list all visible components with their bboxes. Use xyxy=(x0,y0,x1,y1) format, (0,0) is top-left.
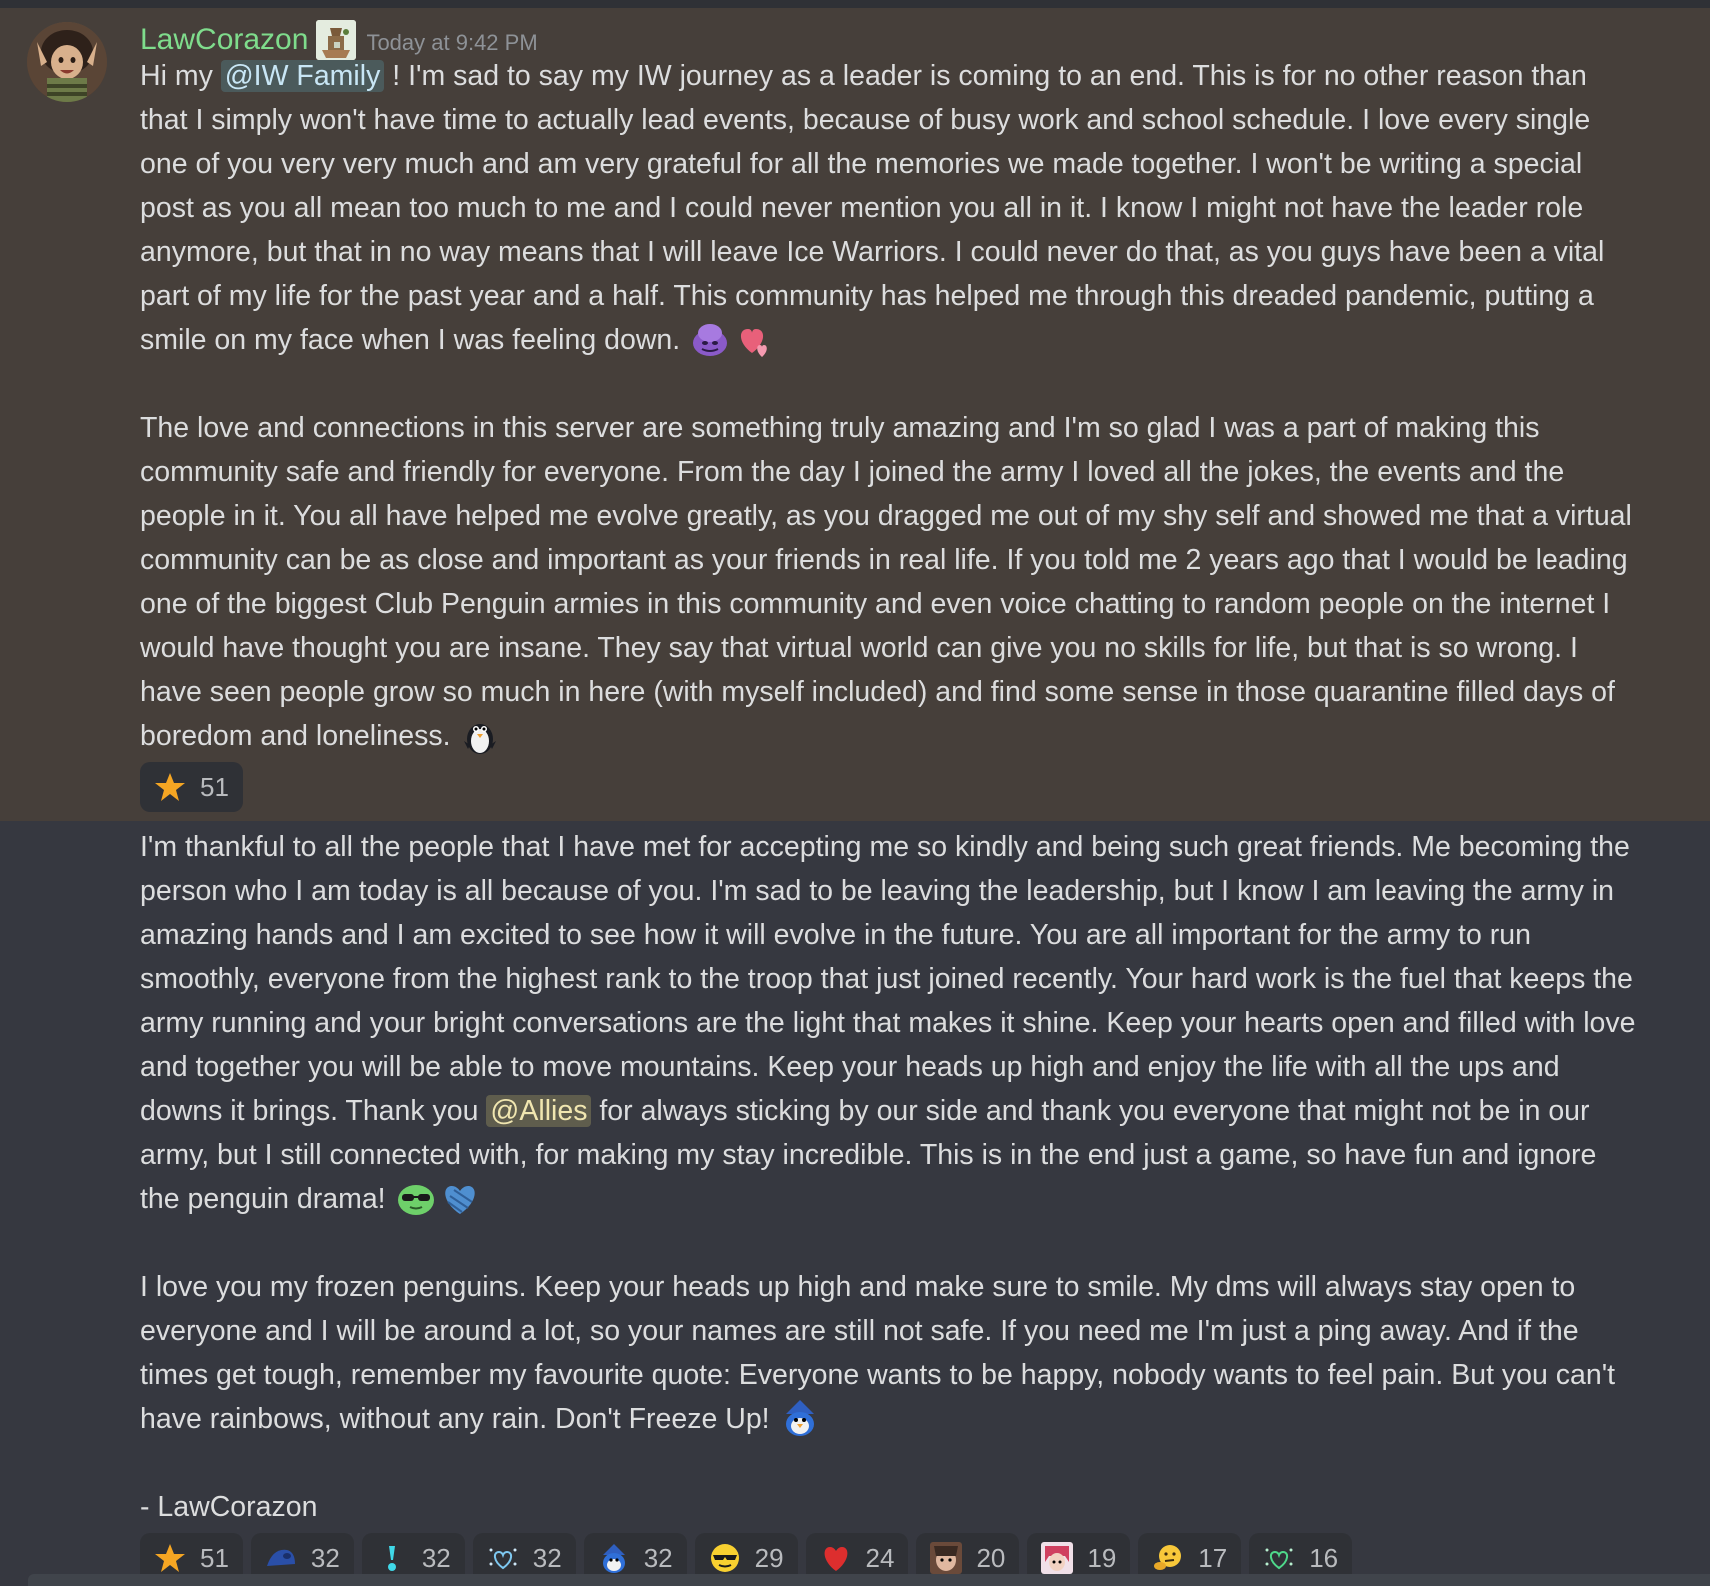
reaction-count: 17 xyxy=(1198,1542,1228,1573)
signature: - LawCorazon xyxy=(140,1491,318,1523)
top-divider xyxy=(0,0,1710,8)
message-content: I'm thankful to all the people that I ha… xyxy=(140,825,1640,1529)
green-sparkle-heart-icon xyxy=(1263,1542,1295,1574)
message-paragraph: Hi my @IW Family ! I'm sad to say my IW … xyxy=(140,54,1640,362)
paragraph-text: I love you my frozen penguins. Keep your… xyxy=(140,1271,1616,1435)
penguin-emoji-icon[interactable] xyxy=(460,715,500,755)
timestamp: Today at 9:42 PM xyxy=(366,30,538,55)
bottom-scroll-edge xyxy=(28,1574,1710,1586)
pink-hair-avatar-icon xyxy=(1041,1542,1074,1574)
reaction-count: 20 xyxy=(976,1542,1006,1573)
reaction-count: 32 xyxy=(532,1542,562,1573)
star-icon xyxy=(154,771,186,803)
message-paragraph: I love you my frozen penguins. Keep your… xyxy=(140,1265,1640,1441)
blue-heart-emoji-icon[interactable] xyxy=(440,1178,480,1218)
red-heart-icon xyxy=(820,1542,852,1574)
thinking-face-icon xyxy=(1152,1542,1184,1574)
paragraph-text: ! I'm sad to say my IW journey as a lead… xyxy=(140,60,1605,356)
message-highlighted: LawCorazon Today at 9:42 PM Hi my @IW Fa… xyxy=(0,8,1710,821)
pink-hearts-emoji-icon[interactable] xyxy=(734,319,774,359)
reaction-count: 19 xyxy=(1087,1542,1117,1573)
reaction-star[interactable]: 51 xyxy=(140,762,243,812)
reaction-count: 51 xyxy=(200,1542,229,1573)
reaction-count: 51 xyxy=(200,771,229,802)
reaction-count: 29 xyxy=(754,1542,784,1573)
paragraph-text: I'm thankful to all the people that I ha… xyxy=(140,831,1636,1127)
reaction-count: 32 xyxy=(310,1542,340,1573)
mention-allies[interactable]: @Allies xyxy=(486,1095,592,1127)
avatar[interactable] xyxy=(27,22,107,102)
penguin-mage-emoji-icon[interactable] xyxy=(780,1398,820,1438)
reaction-count: 24 xyxy=(865,1542,895,1573)
paragraph-text: The love and connections in this server … xyxy=(140,412,1632,752)
reaction-count: 32 xyxy=(643,1542,673,1573)
username[interactable]: LawCorazon xyxy=(140,23,308,57)
anime-face-icon xyxy=(930,1542,963,1574)
purple-blob-emoji-icon[interactable] xyxy=(690,319,730,359)
reaction-bar: 51 xyxy=(140,762,243,812)
message-content: Hi my @IW Family ! I'm sad to say my IW … xyxy=(140,54,1640,758)
mention-iw-family[interactable]: @IW Family xyxy=(220,60,385,92)
sparkle-heart-icon xyxy=(487,1542,519,1574)
green-blob-sunglasses-emoji-icon[interactable] xyxy=(396,1178,436,1218)
reaction-count: 16 xyxy=(1309,1542,1339,1573)
yellow-sunglasses-icon xyxy=(709,1542,741,1574)
paragraph-text: Hi my xyxy=(140,60,221,92)
message-continuation: I'm thankful to all the people that I ha… xyxy=(0,821,1710,1586)
message-paragraph: The love and connections in this server … xyxy=(140,406,1640,758)
message-paragraph: I'm thankful to all the people that I ha… xyxy=(140,825,1640,1221)
blue-penguin-icon xyxy=(265,1542,297,1574)
penguin-mage-icon xyxy=(598,1542,630,1574)
cyan-exclamation-icon xyxy=(376,1542,408,1574)
reaction-count: 32 xyxy=(421,1542,451,1573)
star-icon xyxy=(154,1542,186,1574)
